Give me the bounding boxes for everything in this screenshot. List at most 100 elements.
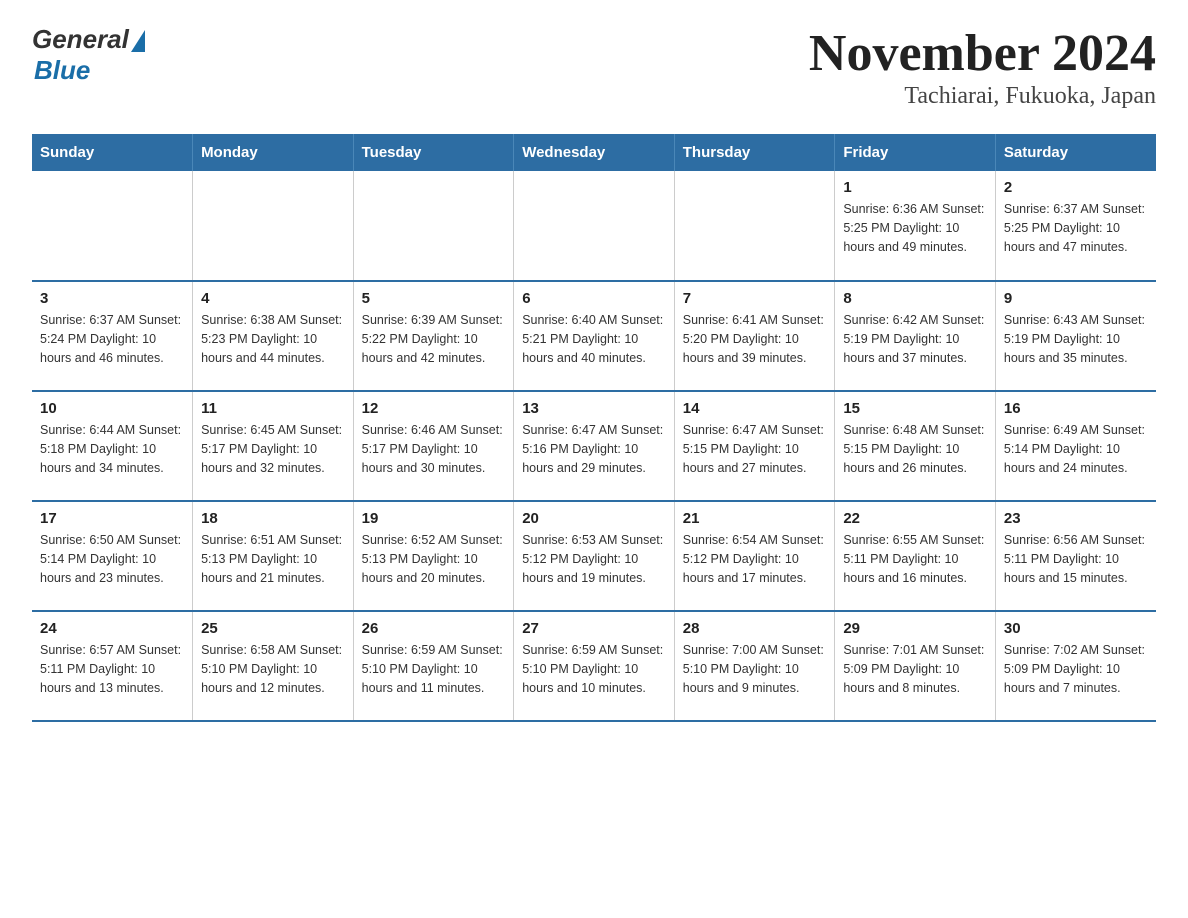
day-number: 16 [1004,400,1148,417]
day-info: Sunrise: 6:54 AM Sunset: 5:12 PM Dayligh… [683,531,827,587]
day-info: Sunrise: 6:48 AM Sunset: 5:15 PM Dayligh… [843,421,987,477]
day-info: Sunrise: 6:36 AM Sunset: 5:25 PM Dayligh… [843,200,987,256]
day-number: 8 [843,290,987,307]
day-number: 2 [1004,179,1148,196]
calendar-cell: 28 Sunrise: 7:00 AM Sunset: 5:10 PM Dayli… [674,611,835,721]
day-number: 22 [843,510,987,527]
page-subtitle: Tachiarai, Fukuoka, Japan [809,83,1156,110]
calendar-cell: 6 Sunrise: 6:40 AM Sunset: 5:21 PM Daylig… [514,281,675,391]
calendar-cell: 22 Sunrise: 6:55 AM Sunset: 5:11 PM Dayli… [835,501,996,611]
day-number: 5 [362,290,506,307]
calendar-cell: 16 Sunrise: 6:49 AM Sunset: 5:14 PM Dayli… [995,391,1156,501]
day-number: 1 [843,179,987,196]
day-info: Sunrise: 6:55 AM Sunset: 5:11 PM Dayligh… [843,531,987,587]
calendar-cell: 8 Sunrise: 6:42 AM Sunset: 5:19 PM Daylig… [835,281,996,391]
day-number: 28 [683,620,827,637]
calendar-cell: 3 Sunrise: 6:37 AM Sunset: 5:24 PM Daylig… [32,281,193,391]
calendar-cell: 23 Sunrise: 6:56 AM Sunset: 5:11 PM Dayli… [995,501,1156,611]
logo-triangle-icon [131,30,145,52]
calendar-cell: 14Sunrise: 6:47 AM Sunset: 5:15 PM Dayli… [674,391,835,501]
calendar-cell: 30 Sunrise: 7:02 AM Sunset: 5:09 PM Dayli… [995,611,1156,721]
column-header-friday: Friday [835,134,996,171]
day-number: 29 [843,620,987,637]
day-info: Sunrise: 6:39 AM Sunset: 5:22 PM Dayligh… [362,311,506,367]
calendar-cell: 4 Sunrise: 6:38 AM Sunset: 5:23 PM Daylig… [193,281,354,391]
day-info: Sunrise: 7:01 AM Sunset: 5:09 PM Dayligh… [843,641,987,697]
calendar-cell: 15 Sunrise: 6:48 AM Sunset: 5:15 PM Dayli… [835,391,996,501]
day-number: 14 [683,400,827,417]
calendar-cell: 17Sunrise: 6:50 AM Sunset: 5:14 PM Dayli… [32,501,193,611]
day-info: Sunrise: 6:43 AM Sunset: 5:19 PM Dayligh… [1004,311,1148,367]
calendar-week-row: 24Sunrise: 6:57 AM Sunset: 5:11 PM Dayli… [32,611,1156,721]
day-number: 17 [40,510,184,527]
calendar-week-row: 10 Sunrise: 6:44 AM Sunset: 5:18 PM Dayli… [32,391,1156,501]
day-number: 4 [201,290,345,307]
calendar-cell [353,171,514,281]
calendar-cell: 7Sunrise: 6:41 AM Sunset: 5:20 PM Daylig… [674,281,835,391]
day-number: 21 [683,510,827,527]
calendar-cell: 20 Sunrise: 6:53 AM Sunset: 5:12 PM Dayli… [514,501,675,611]
calendar-cell: 27Sunrise: 6:59 AM Sunset: 5:10 PM Dayli… [514,611,675,721]
column-header-wednesday: Wednesday [514,134,675,171]
day-info: Sunrise: 6:40 AM Sunset: 5:21 PM Dayligh… [522,311,666,367]
day-number: 12 [362,400,506,417]
logo-general-text: General [32,24,129,55]
day-info: Sunrise: 6:38 AM Sunset: 5:23 PM Dayligh… [201,311,345,367]
calendar-cell: 24Sunrise: 6:57 AM Sunset: 5:11 PM Dayli… [32,611,193,721]
day-info: Sunrise: 6:58 AM Sunset: 5:10 PM Dayligh… [201,641,345,697]
calendar-cell: 21 Sunrise: 6:54 AM Sunset: 5:12 PM Dayli… [674,501,835,611]
calendar-cell: 26 Sunrise: 6:59 AM Sunset: 5:10 PM Dayli… [353,611,514,721]
logo: General Blue [32,24,145,86]
calendar-cell [193,171,354,281]
calendar-cell: 29 Sunrise: 7:01 AM Sunset: 5:09 PM Dayli… [835,611,996,721]
day-number: 6 [522,290,666,307]
day-info: Sunrise: 6:47 AM Sunset: 5:16 PM Dayligh… [522,421,666,477]
day-info: Sunrise: 7:02 AM Sunset: 5:09 PM Dayligh… [1004,641,1148,697]
day-number: 9 [1004,290,1148,307]
day-info: Sunrise: 6:59 AM Sunset: 5:10 PM Dayligh… [522,641,666,697]
calendar-cell [674,171,835,281]
day-number: 11 [201,400,345,417]
column-header-saturday: Saturday [995,134,1156,171]
page-title: November 2024 [809,24,1156,83]
column-header-sunday: Sunday [32,134,193,171]
calendar-cell: 2 Sunrise: 6:37 AM Sunset: 5:25 PM Daylig… [995,171,1156,281]
day-info: Sunrise: 6:51 AM Sunset: 5:13 PM Dayligh… [201,531,345,587]
day-info: Sunrise: 6:56 AM Sunset: 5:11 PM Dayligh… [1004,531,1148,587]
day-number: 3 [40,290,184,307]
day-info: Sunrise: 6:42 AM Sunset: 5:19 PM Dayligh… [843,311,987,367]
day-info: Sunrise: 6:44 AM Sunset: 5:18 PM Dayligh… [40,421,184,477]
day-number: 30 [1004,620,1148,637]
calendar-cell: 1 Sunrise: 6:36 AM Sunset: 5:25 PM Daylig… [835,171,996,281]
calendar-cell [514,171,675,281]
day-number: 13 [522,400,666,417]
day-info: Sunrise: 6:49 AM Sunset: 5:14 PM Dayligh… [1004,421,1148,477]
day-number: 19 [362,510,506,527]
day-number: 26 [362,620,506,637]
day-info: Sunrise: 6:59 AM Sunset: 5:10 PM Dayligh… [362,641,506,697]
column-header-tuesday: Tuesday [353,134,514,171]
day-info: Sunrise: 6:37 AM Sunset: 5:25 PM Dayligh… [1004,200,1148,256]
calendar-week-row: 3 Sunrise: 6:37 AM Sunset: 5:24 PM Daylig… [32,281,1156,391]
calendar-cell: 19Sunrise: 6:52 AM Sunset: 5:13 PM Dayli… [353,501,514,611]
calendar-cell: 13 Sunrise: 6:47 AM Sunset: 5:16 PM Dayli… [514,391,675,501]
day-number: 23 [1004,510,1148,527]
day-number: 20 [522,510,666,527]
day-number: 10 [40,400,184,417]
day-info: Sunrise: 6:46 AM Sunset: 5:17 PM Dayligh… [362,421,506,477]
day-info: Sunrise: 7:00 AM Sunset: 5:10 PM Dayligh… [683,641,827,697]
calendar-cell: 11 Sunrise: 6:45 AM Sunset: 5:17 PM Dayli… [193,391,354,501]
page-header: General Blue November 2024 Tachiarai, Fu… [32,24,1156,110]
calendar-cell: 18 Sunrise: 6:51 AM Sunset: 5:13 PM Dayli… [193,501,354,611]
calendar-cell: 10 Sunrise: 6:44 AM Sunset: 5:18 PM Dayli… [32,391,193,501]
calendar-cell: 12 Sunrise: 6:46 AM Sunset: 5:17 PM Dayli… [353,391,514,501]
day-info: Sunrise: 6:37 AM Sunset: 5:24 PM Dayligh… [40,311,184,367]
day-info: Sunrise: 6:45 AM Sunset: 5:17 PM Dayligh… [201,421,345,477]
day-number: 18 [201,510,345,527]
day-number: 7 [683,290,827,307]
day-number: 25 [201,620,345,637]
day-number: 15 [843,400,987,417]
column-header-monday: Monday [193,134,354,171]
day-info: Sunrise: 6:53 AM Sunset: 5:12 PM Dayligh… [522,531,666,587]
day-number: 24 [40,620,184,637]
